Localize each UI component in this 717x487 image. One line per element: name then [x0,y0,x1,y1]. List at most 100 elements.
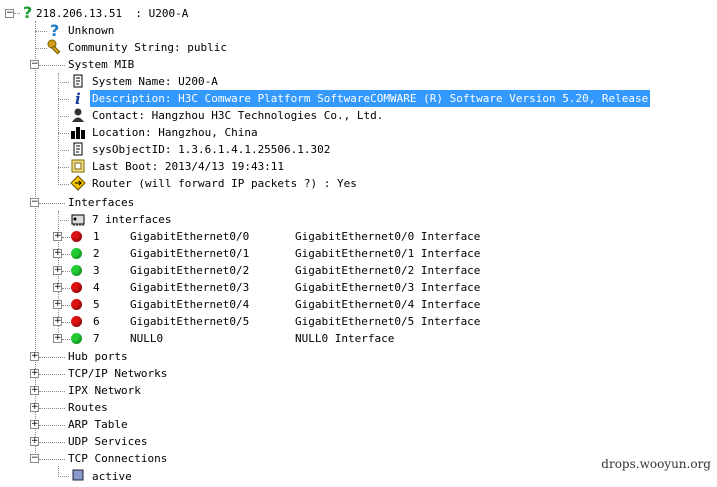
interfaces-label[interactable]: Interfaces [68,194,134,211]
interface-expand-toggle[interactable]: + [53,232,62,241]
tree-connector [62,237,70,238]
tree-connector [58,220,69,221]
tree-connector [39,203,65,204]
system-name-label[interactable]: System Name: U200-A [92,73,218,90]
interface-expand-toggle[interactable]: + [53,300,62,309]
interface-description: NULL0 Interface [295,332,395,345]
info-icon: i [70,90,86,108]
section-expand-toggle[interactable]: + [30,420,39,429]
unknown-node-label[interactable]: Unknown [68,22,114,39]
tree-connector [39,374,65,375]
network-card-icon [70,211,86,227]
tree-connector [58,133,69,134]
interface-name: GigabitEthernet0/3 [130,281,250,294]
interface-expand-toggle[interactable]: + [53,283,62,292]
section-expand-toggle[interactable]: + [30,352,39,361]
svg-text:?: ? [23,4,32,20]
interface-number: 2 [93,247,100,260]
tree-connector [62,271,70,272]
system-mib-collapse-toggle[interactable]: − [30,60,39,69]
interface-description: GigabitEthernet0/3 Interface [295,281,481,294]
interface-expand-toggle[interactable]: + [53,334,62,343]
interface-status-icon [71,248,82,259]
tree-connector [58,184,69,185]
tree-connector [62,322,70,323]
section-label[interactable]: ARP Table [68,416,128,433]
person-icon [70,107,86,123]
interface-status-icon [71,265,82,276]
tree-connector [39,357,65,358]
interfaces-collapse-toggle[interactable]: − [30,198,39,207]
interface-expand-toggle[interactable]: + [53,317,62,326]
interface-number: 4 [93,281,100,294]
tree-connector [35,21,36,461]
watermark: drops.wooyun.org [601,457,711,471]
interface-description: GigabitEthernet0/0 Interface [295,230,481,243]
interface-name: GigabitEthernet0/1 [130,247,250,260]
interface-number: 5 [93,298,100,311]
tree-connector [58,99,69,100]
sysobjectid-label[interactable]: sysObjectID: 1.3.6.1.4.1.25506.1.302 [92,141,330,158]
tree-connector [39,459,65,460]
tree-connector [62,339,70,340]
interface-expand-toggle[interactable]: + [53,249,62,258]
interface-number: 7 [93,332,100,345]
interface-expand-toggle[interactable]: + [53,266,62,275]
interface-description: GigabitEthernet0/4 Interface [295,298,481,311]
section-expand-toggle[interactable]: + [30,437,39,446]
section-label[interactable]: Routes [68,399,108,416]
root-collapse-toggle[interactable]: − [5,9,14,18]
tree-connector [35,31,47,32]
tree-connector [39,391,65,392]
interface-status-icon [71,282,82,293]
tree-connector [39,425,65,426]
interface-name: GigabitEthernet0/4 [130,298,250,311]
system-mib-label[interactable]: System MIB [68,56,134,73]
tree-connector [58,167,69,168]
interface-description: GigabitEthernet0/5 Interface [295,315,481,328]
interface-description: GigabitEthernet0/2 Interface [295,264,481,277]
svg-text:?: ? [50,22,59,38]
tree-connector [58,116,69,117]
interfaces-count-label[interactable]: 7 interfaces [92,211,171,228]
question-mark-icon: ? [47,21,63,40]
calendar-icon [70,158,86,174]
description-label[interactable]: Description: H3C Comware Platform Softwa… [90,90,651,107]
contact-label[interactable]: Contact: Hangzhou H3C Technologies Co., … [92,107,383,124]
last-boot-label[interactable]: Last Boot: 2013/4/13 19:43:11 [92,158,284,175]
router-label[interactable]: Router (will forward IP packets ?) : Yes [92,175,357,192]
tree-connector [62,254,70,255]
interface-name: GigabitEthernet0/2 [130,264,250,277]
scroll-icon [70,141,86,157]
tree-connector [58,73,59,185]
question-mark-icon: ? [20,3,36,22]
router-icon [70,175,86,191]
interface-description: GigabitEthernet0/1 Interface [295,247,481,260]
section-label[interactable]: TCP Connections [68,450,167,467]
tree-connector [39,442,65,443]
interface-number: 6 [93,315,100,328]
section-label[interactable]: UDP Services [68,433,147,450]
connection-icon [70,468,86,484]
section-expand-toggle[interactable]: − [30,454,39,463]
interface-status-icon [71,231,82,242]
tree-connector [62,288,70,289]
root-node-label[interactable]: 218.206.13.51 : U200-A [36,5,188,22]
section-expand-toggle[interactable]: + [30,403,39,412]
section-label[interactable]: Hub ports [68,348,128,365]
section-label[interactable]: IPX Network [68,382,141,399]
interface-number: 1 [93,230,100,243]
community-string-label[interactable]: Community String: public [68,39,227,56]
snmp-tree-view: − ? 218.206.13.51 : U200-A ? Unknown Com… [0,0,717,483]
location-label[interactable]: Location: Hangzhou, China [92,124,258,141]
section-expand-toggle[interactable]: + [30,386,39,395]
interface-status-icon [71,316,82,327]
interface-name: GigabitEthernet0/0 [130,230,250,243]
section-expand-toggle[interactable]: + [30,369,39,378]
tree-connector [39,408,65,409]
interface-status-icon [71,333,82,344]
tree-connector [35,48,47,49]
section-label[interactable]: TCP/IP Networks [68,365,167,382]
interface-status-icon [71,299,82,310]
interface-name: GigabitEthernet0/5 [130,315,250,328]
